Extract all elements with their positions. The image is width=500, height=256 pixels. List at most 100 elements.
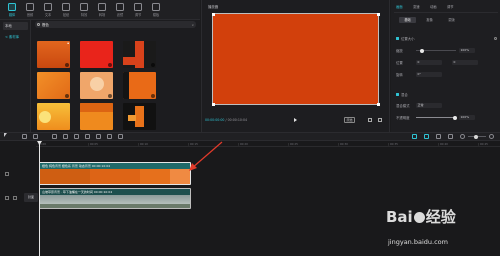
thumb-art — [80, 103, 113, 112]
track-lock-icon[interactable] — [5, 172, 9, 176]
tab-adjust[interactable]: 调节 — [130, 3, 146, 18]
media-thumb[interactable] — [80, 103, 113, 130]
link-icon[interactable] — [436, 134, 441, 139]
resize-handle[interactable] — [376, 12, 380, 16]
subtab-chroma[interactable]: 抠像 — [421, 17, 438, 23]
freeze-icon[interactable] — [74, 134, 79, 139]
zoom-slider-thumb[interactable] — [474, 134, 478, 139]
track-eye-icon[interactable] — [13, 196, 17, 200]
timeline-clip-orange[interactable]: 橙色 纯色背景 橙色系 背景 动态背景 00:00:10:04 — [39, 162, 191, 185]
rotate-label: 旋转 — [396, 73, 403, 77]
template-icon — [152, 3, 160, 11]
download-icon[interactable] — [108, 94, 112, 98]
snap-icon[interactable] — [424, 134, 429, 139]
tab-sticker[interactable]: 贴纸 — [58, 3, 74, 18]
preview-axis-icon[interactable] — [448, 134, 453, 139]
ruler-label: | 00:10 — [138, 142, 148, 146]
blend-mode-select[interactable]: 正常 — [416, 103, 442, 108]
crop-tool-icon[interactable] — [118, 134, 123, 139]
checkbox-blend[interactable] — [396, 93, 399, 96]
checkbox-position[interactable] — [396, 37, 399, 40]
tab-template[interactable]: 模板 — [148, 3, 164, 18]
resize-handle[interactable] — [211, 102, 215, 106]
position-y-field[interactable]: 0 — [452, 60, 478, 65]
player-title: 播放器 — [208, 5, 219, 9]
tab-filter[interactable]: 滤镜 — [112, 3, 128, 18]
ruler-label: | 00:45 — [478, 142, 488, 146]
rotate-icon[interactable] — [107, 134, 112, 139]
opacity-slider[interactable] — [416, 117, 456, 118]
time-current: 00:00:00:00 — [205, 118, 225, 122]
ratio-button[interactable]: 原始 — [344, 117, 356, 123]
resize-handle[interactable] — [211, 12, 215, 16]
split-icon[interactable] — [52, 134, 57, 139]
crop-icon[interactable] — [368, 118, 372, 122]
media-icon — [8, 3, 16, 11]
timeline-ruler — [36, 141, 500, 147]
download-icon[interactable] — [108, 63, 112, 67]
redo-icon[interactable] — [33, 134, 38, 139]
timeline-clip-landscape[interactable]: 山坡草原背景 · 草下油桶在一天的时间 00:00:10:04 — [39, 188, 191, 209]
track-cover-button[interactable]: 封面 — [24, 193, 38, 202]
scale-label: 缩放 — [396, 49, 403, 53]
audio-icon — [26, 3, 34, 11]
media-thumb[interactable] — [80, 72, 113, 99]
download-icon[interactable] — [151, 63, 155, 67]
player-timecode: 00:00:00:00 / 00:00:10:04 — [205, 118, 248, 122]
track-lock-icon[interactable] — [5, 196, 9, 200]
tab-transition[interactable]: 转场 — [94, 3, 110, 18]
media-thumb[interactable] — [37, 103, 70, 130]
mirror-icon[interactable] — [96, 134, 101, 139]
subtab-mask[interactable]: 蒙版 — [443, 17, 460, 23]
scale-slider-thumb[interactable] — [420, 48, 424, 53]
media-thumb[interactable] — [80, 41, 113, 68]
reverse-icon[interactable] — [85, 134, 90, 139]
nav-library[interactable]: < 素材库 — [3, 33, 28, 41]
select-cursor-icon[interactable] — [4, 133, 7, 137]
zoom-out-icon[interactable] — [460, 134, 465, 139]
inspector-tab-animation[interactable]: 动画 — [430, 4, 437, 9]
nav-local[interactable]: 本地 — [3, 22, 28, 30]
clip-title: 橙色 纯色背景 橙色系 背景 动态背景 00:00:10:04 — [42, 164, 111, 168]
inspector-tab-speed[interactable]: 变速 — [413, 4, 420, 9]
tab-media[interactable]: 媒体 — [4, 3, 20, 18]
opacity-slider-thumb[interactable] — [453, 115, 457, 120]
delete-icon[interactable] — [63, 134, 68, 139]
media-thumb[interactable] — [123, 41, 156, 68]
download-icon[interactable] — [65, 63, 69, 67]
inspector-tab-image[interactable]: 画面 — [396, 4, 403, 9]
inspector-tab-adjust[interactable]: 调节 — [447, 4, 454, 9]
tab-text[interactable]: 文本 — [40, 3, 56, 18]
position-x-field[interactable]: 0 — [416, 60, 442, 65]
subtab-basic[interactable]: 基础 — [399, 17, 416, 23]
ruler-label: | 00:20 — [238, 142, 248, 146]
tab-effects[interactable]: 特效 — [76, 3, 92, 18]
zoom-in-icon[interactable] — [489, 134, 494, 139]
media-thumb[interactable] — [37, 72, 70, 99]
clip-frame — [40, 204, 190, 208]
media-thumb[interactable] — [123, 103, 156, 130]
download-icon[interactable] — [151, 94, 155, 98]
media-thumb[interactable] — [123, 72, 156, 99]
tab-audio[interactable]: 音频 — [22, 3, 38, 18]
section-blend-title: 混合 — [401, 93, 408, 97]
mic-icon[interactable] — [412, 134, 417, 139]
download-icon[interactable] — [65, 94, 69, 98]
resize-handle[interactable] — [376, 102, 380, 106]
playhead[interactable] — [39, 143, 40, 256]
fullscreen-icon[interactable] — [378, 118, 382, 122]
filter-icon — [116, 3, 124, 11]
rotate-field[interactable]: 0° — [416, 72, 442, 77]
opacity-field[interactable]: 100% — [459, 115, 475, 120]
thumb-art — [123, 72, 129, 99]
watermark-logo: Bai 经验 — [386, 208, 456, 226]
undo-icon[interactable] — [22, 134, 27, 139]
clear-icon[interactable]: × — [191, 23, 194, 27]
left-nav: 本地 < 素材库 — [0, 20, 31, 132]
search-input[interactable]: 橙色 × — [35, 21, 196, 28]
scale-field[interactable]: 100% — [459, 48, 475, 53]
reset-icon[interactable] — [494, 37, 497, 40]
media-thumb[interactable]: ▪ — [37, 41, 70, 68]
preview-canvas[interactable] — [211, 12, 380, 106]
play-icon[interactable] — [294, 118, 297, 122]
